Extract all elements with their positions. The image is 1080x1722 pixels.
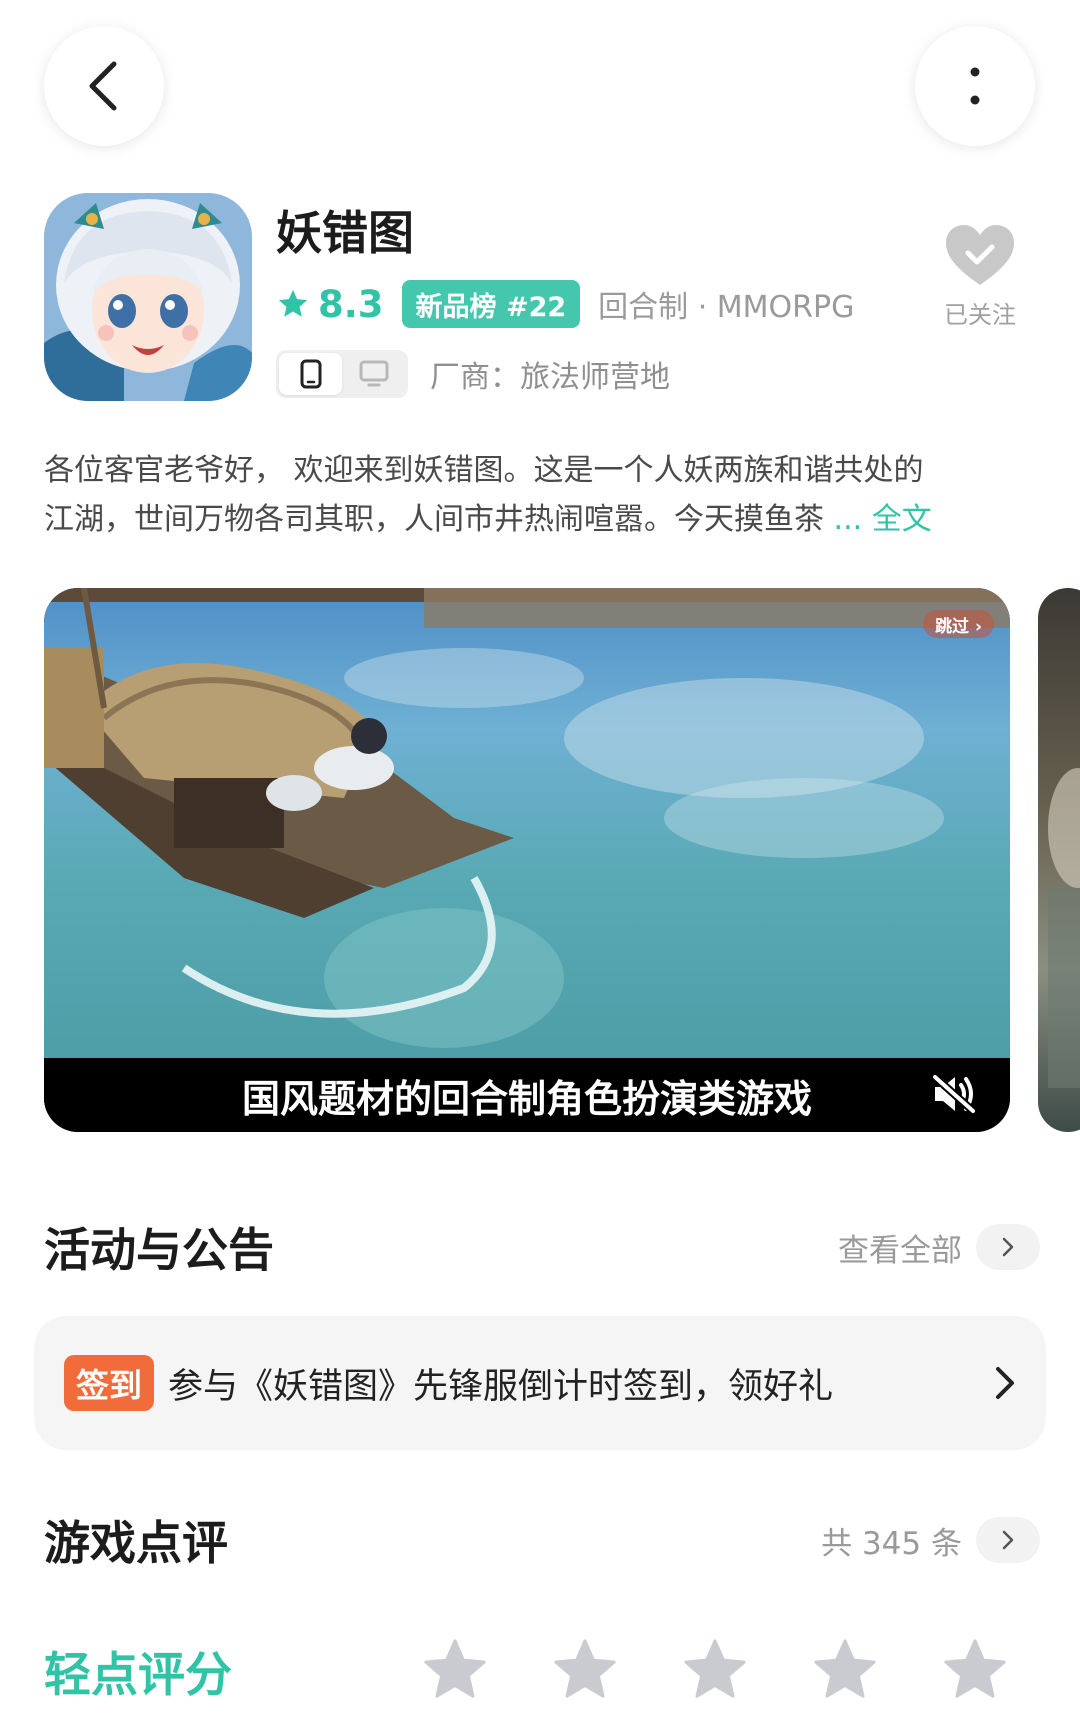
- rate-row: 轻点评分: [44, 1630, 1040, 1710]
- star-icon: [684, 1639, 746, 1698]
- app-title: 妖错图: [276, 206, 414, 260]
- view-all-chevron[interactable]: [976, 1224, 1040, 1270]
- rate-star-4[interactable]: [780, 1630, 910, 1710]
- mute-button[interactable]: [926, 1066, 982, 1122]
- rate-star-2[interactable]: [520, 1630, 650, 1710]
- top-bar: [0, 0, 1080, 170]
- description-line-2: 江湖，世间万物各司其职，人间市井热闹喧嚣。今天摸鱼茶 ... 全文: [44, 495, 1040, 544]
- reviews-count-link[interactable]: 共 345 条: [821, 1517, 1040, 1563]
- rating-score: 8.3: [318, 282, 384, 326]
- reviews-count: 共 345 条: [821, 1525, 962, 1562]
- view-all-activities-link[interactable]: 查看全部: [838, 1224, 1040, 1270]
- rate-star-1[interactable]: [390, 1630, 520, 1710]
- app-header: 妖错图 8.3 新品榜 #22 回合制 · MMORPG 厂商：旅法师营地 已关…: [44, 193, 1044, 403]
- phone-icon: [300, 359, 321, 389]
- chevron-left-icon: [89, 61, 117, 111]
- app-description: 各位客官老爷好， 欢迎来到妖错图。这是一个人妖两族和谐共处的 江湖，世间万物各司…: [44, 446, 1040, 544]
- star-icon: [554, 1639, 616, 1698]
- announcement-item[interactable]: 签到 参与《妖错图》先锋服倒计时签到，领好礼: [34, 1316, 1046, 1450]
- back-button[interactable]: [44, 26, 164, 146]
- rank-badge[interactable]: 新品榜 #22: [401, 280, 581, 328]
- reviews-chevron[interactable]: [976, 1517, 1040, 1563]
- platform-phone-tab[interactable]: [279, 353, 342, 395]
- more-vertical-icon: [970, 67, 980, 105]
- platform-row: 厂商：旅法师营地: [276, 349, 670, 399]
- expand-description-link[interactable]: ... 全文: [834, 502, 932, 537]
- follow-label: 已关注: [944, 301, 1016, 329]
- view-all-label: 查看全部: [838, 1232, 962, 1269]
- checkin-tag: 签到: [64, 1355, 154, 1411]
- star-icon: [424, 1639, 487, 1698]
- announcement-text: 参与《妖错图》先锋服倒计时签到，领好礼: [168, 1366, 834, 1407]
- skip-button[interactable]: 跳过 ›: [923, 610, 994, 638]
- chevron-right-icon: [1002, 1530, 1014, 1550]
- video-player[interactable]: 跳过 › 国风题材的回合制角色扮演类游戏: [44, 588, 1010, 1132]
- star-icon: [814, 1639, 876, 1698]
- chevron-right-icon: [996, 1367, 1014, 1399]
- activities-title: 活动与公告: [44, 1223, 274, 1277]
- app-icon[interactable]: [44, 193, 252, 401]
- screenshot-thumbnail-next[interactable]: [1038, 588, 1080, 1132]
- video-frame: 跳过 ›: [44, 588, 1010, 1058]
- video-subtitle: 国风题材的回合制角色扮演类游戏: [44, 1058, 1010, 1132]
- star-icon: [278, 289, 308, 317]
- follow-button[interactable]: 已关注: [920, 223, 1040, 330]
- rate-label: 轻点评分: [44, 1647, 232, 1703]
- reviews-header: 游戏点评 共 345 条: [44, 1505, 1040, 1575]
- platform-toggle[interactable]: [276, 350, 408, 398]
- description-line-1: 各位客官老爷好， 欢迎来到妖错图。这是一个人妖两族和谐共处的: [44, 453, 924, 488]
- star-icon: [944, 1639, 1006, 1698]
- video-scene-art: [44, 588, 1010, 1048]
- rate-star-5[interactable]: [910, 1630, 1040, 1710]
- monitor-icon: [359, 360, 388, 387]
- platform-pc-tab[interactable]: [342, 353, 405, 395]
- activities-header: 活动与公告 查看全部: [44, 1212, 1040, 1282]
- screenshot-art: [1048, 768, 1080, 1088]
- genre-label: 回合制 · MMORPG: [598, 290, 855, 325]
- description-line-2-text: 江湖，世间万物各司其职，人间市井热闹喧嚣。今天摸鱼茶: [44, 502, 824, 537]
- reviews-title: 游戏点评: [44, 1516, 228, 1570]
- app-icon-artwork: [44, 193, 252, 401]
- heart-check-icon: [946, 225, 1014, 285]
- rate-star-3[interactable]: [650, 1630, 780, 1710]
- rating-row: 8.3 新品榜 #22 回合制 · MMORPG: [276, 279, 854, 329]
- volume-mute-icon: [932, 1074, 976, 1114]
- vendor-label[interactable]: 厂商：旅法师营地: [430, 352, 670, 396]
- more-button[interactable]: [915, 26, 1035, 146]
- chevron-right-icon: [1002, 1237, 1014, 1257]
